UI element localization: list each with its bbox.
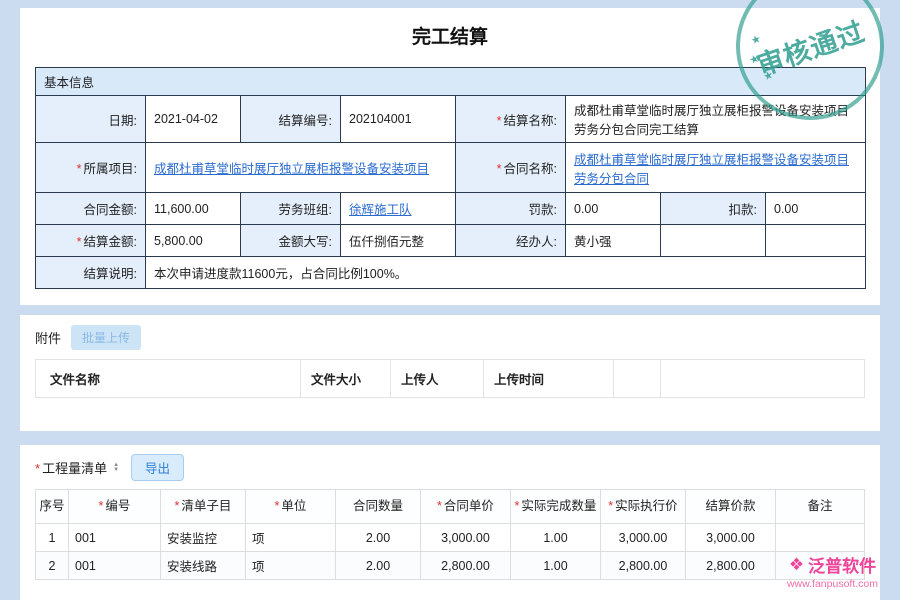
basic-info-section-header: 基本信息 xyxy=(36,68,866,96)
contract-name-value: 成都杜甫草堂临时展厅独立展柜报警设备安装项目劳务分包合同 xyxy=(566,143,866,193)
cell-contract-price: 3,000.00 xyxy=(421,524,511,552)
attachments-col-filesize: 文件大小 xyxy=(301,360,391,398)
contract-amount-label: 合同金额: xyxy=(36,193,146,225)
boq-col-item: *清单子目 xyxy=(161,490,246,524)
attachments-col-empty xyxy=(614,360,661,398)
vendor-logo-icon: ❖ xyxy=(789,556,804,573)
boq-col-unit: *单位 xyxy=(246,490,336,524)
settlement-name-label: *结算名称: xyxy=(456,96,566,143)
cell-contract-qty: 2.00 xyxy=(336,524,421,552)
vendor-name: 泛普软件 xyxy=(808,552,876,577)
handler-value: 黄小强 xyxy=(566,225,661,257)
amount-in-words-label: 金额大写: xyxy=(241,225,341,257)
cell-contract-price: 2,800.00 xyxy=(421,552,511,580)
cell-actual-price: 2,800.00 xyxy=(601,552,686,580)
basic-info-card: 完工结算 基本信息 日期: 2021-04-02 结算编号: 202104001… xyxy=(20,8,880,305)
vendor-watermark: ❖ 泛普软件 www.fanpusoft.com xyxy=(787,552,878,590)
settlement-note-label: 结算说明: xyxy=(36,257,146,289)
cell-remark xyxy=(776,524,865,552)
attachments-table: 文件名称 文件大小 上传人 上传时间 xyxy=(35,359,865,398)
basic-info-table: 基本信息 日期: 2021-04-02 结算编号: 202104001 *结算名… xyxy=(35,67,866,289)
table-row: 1 001 安装监控 项 2.00 3,000.00 1.00 3,000.00… xyxy=(36,524,865,552)
amount-in-words-value: 伍仟捌佰元整 xyxy=(341,225,456,257)
handler-label: 经办人: xyxy=(456,225,566,257)
cell-settlement-amount: 2,800.00 xyxy=(686,552,776,580)
boq-table: 序号 *编号 *清单子目 *单位 合同数量 *合同单价 *实际完成数量 *实际执… xyxy=(35,489,865,580)
attachments-col-uploader: 上传人 xyxy=(391,360,484,398)
boq-col-seq: 序号 xyxy=(36,490,69,524)
cell-item: 安装监控 xyxy=(161,524,246,552)
boq-col-actual-price: *实际执行价 xyxy=(601,490,686,524)
contract-amount-value: 11,600.00 xyxy=(146,193,241,225)
penalty-value: 0.00 xyxy=(566,193,661,225)
labor-team-label: 劳务班组: xyxy=(241,193,341,225)
basic-info-section-title: 基本信息 xyxy=(44,76,94,90)
cell-contract-qty: 2.00 xyxy=(336,552,421,580)
empty-cell xyxy=(766,225,866,257)
cell-code: 001 xyxy=(69,524,161,552)
penalty-label: 罚款: xyxy=(456,193,566,225)
cell-actual-qty: 1.00 xyxy=(511,524,601,552)
boq-card: *工程量清单 ▲▼ 导出 序号 *编号 *清单子目 *单位 合同数量 *合同单价… xyxy=(20,445,880,600)
boq-col-remark: 备注 xyxy=(776,490,865,524)
cell-item: 安装线路 xyxy=(161,552,246,580)
settlement-note-value: 本次申请进度款11600元，占合同比例100%。 xyxy=(146,257,866,289)
page: 审核通过 ★ ★ ★ 完工结算 基本信息 日期: 2021-04-02 结算编号… xyxy=(0,0,900,600)
batch-upload-button[interactable]: 批量上传 xyxy=(71,325,141,350)
boq-col-actual-qty: *实际完成数量 xyxy=(511,490,601,524)
project-link[interactable]: 成都杜甫草堂临时展厅独立展柜报警设备安装项目 xyxy=(154,162,429,176)
deduction-value: 0.00 xyxy=(766,193,866,225)
attachments-col-filename: 文件名称 xyxy=(36,360,301,398)
sort-toggle-icon[interactable]: ▲▼ xyxy=(113,463,119,473)
settlement-name-value: 成都杜甫草堂临时展厅独立展柜报警设备安装项目劳务分包合同完工结算 xyxy=(566,96,866,143)
project-value: 成都杜甫草堂临时展厅独立展柜报警设备安装项目 xyxy=(146,143,456,193)
settlement-amount-label: *结算金额: xyxy=(36,225,146,257)
page-title: 完工结算 xyxy=(35,22,865,49)
cell-seq: 2 xyxy=(36,552,69,580)
boq-col-settlement-amount: 结算价款 xyxy=(686,490,776,524)
deduction-label: 扣款: xyxy=(661,193,766,225)
labor-team-value: 徐辉施工队 xyxy=(341,193,456,225)
cell-code: 001 xyxy=(69,552,161,580)
attachments-col-empty xyxy=(661,360,865,398)
date-value: 2021-04-02 xyxy=(146,96,241,143)
settlement-number-value: 202104001 xyxy=(341,96,456,143)
cell-unit: 项 xyxy=(246,524,336,552)
boq-col-contract-qty: 合同数量 xyxy=(336,490,421,524)
attachments-card: 附件 批量上传 文件名称 文件大小 上传人 上传时间 xyxy=(20,315,880,431)
export-button[interactable]: 导出 xyxy=(131,454,184,481)
cell-actual-price: 3,000.00 xyxy=(601,524,686,552)
boq-col-contract-price: *合同单价 xyxy=(421,490,511,524)
settlement-amount-value: 5,800.00 xyxy=(146,225,241,257)
labor-team-link[interactable]: 徐辉施工队 xyxy=(349,203,412,217)
cell-actual-qty: 1.00 xyxy=(511,552,601,580)
contract-link[interactable]: 成都杜甫草堂临时展厅独立展柜报警设备安装项目劳务分包合同 xyxy=(574,153,849,186)
vendor-url: www.fanpusoft.com xyxy=(787,578,878,590)
contract-name-label: *合同名称: xyxy=(456,143,566,193)
attachments-col-uploadtime: 上传时间 xyxy=(484,360,614,398)
table-row: 2 001 安装线路 项 2.00 2,800.00 1.00 2,800.00… xyxy=(36,552,865,580)
project-label: *所属项目: xyxy=(36,143,146,193)
empty-cell xyxy=(661,225,766,257)
cell-unit: 项 xyxy=(246,552,336,580)
cell-seq: 1 xyxy=(36,524,69,552)
date-label: 日期: xyxy=(36,96,146,143)
boq-section-title: *工程量清单 xyxy=(35,458,107,477)
settlement-number-label: 结算编号: xyxy=(241,96,341,143)
boq-col-code: *编号 xyxy=(69,490,161,524)
attachments-section-title: 附件 xyxy=(35,328,61,347)
cell-settlement-amount: 3,000.00 xyxy=(686,524,776,552)
